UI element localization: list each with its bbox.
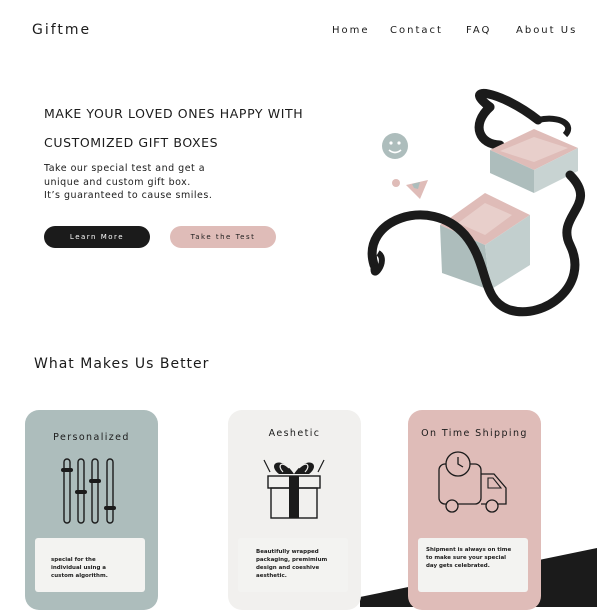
hero-title-line-1: MAKE YOUR LOVED ONES HAPPY WITH bbox=[44, 106, 304, 121]
desc-line: day gets celebrated. bbox=[426, 563, 490, 569]
sliders-icon bbox=[61, 458, 116, 524]
nav-contact[interactable]: Contact bbox=[390, 25, 443, 36]
brand-logo[interactable]: Giftme bbox=[32, 22, 91, 38]
desc-line: to make sure your special bbox=[426, 555, 507, 561]
hero-description: Take our special test and get a unique a… bbox=[44, 162, 284, 203]
desc-line: Beautifully wrapped bbox=[256, 549, 319, 555]
feature-card-shipping: On Time Shipping Shipment is always on t… bbox=[408, 410, 541, 610]
learn-more-button[interactable]: Learn More bbox=[44, 226, 150, 248]
hero-text-line-2: unique and custom gift box. bbox=[44, 176, 191, 188]
card-description-box: Beautifully wrapped packaging, premimium… bbox=[238, 538, 348, 592]
desc-line: packaging, premimium bbox=[256, 557, 328, 563]
card-description-personalized: special for the individual using a custo… bbox=[51, 556, 143, 580]
feature-card-personalized: Personalized special for the individual … bbox=[25, 410, 158, 610]
nav-home[interactable]: Home bbox=[332, 25, 370, 36]
features-section-title: What Makes Us Better bbox=[34, 356, 210, 372]
nav-about-us[interactable]: About Us bbox=[516, 25, 577, 36]
card-title-personalized: Personalized bbox=[53, 432, 130, 443]
card-description-box: special for the individual using a custo… bbox=[35, 538, 145, 592]
hero-gift-illustration bbox=[367, 88, 586, 317]
nav-faq[interactable]: FAQ bbox=[466, 25, 491, 36]
hero-text-line-1: Take our special test and get a bbox=[44, 163, 206, 174]
card-description-box: Shipment is always on time to make sure … bbox=[418, 538, 528, 592]
feature-card-aesthetic: Aeshetic Beautifully wrapped packaging, … bbox=[228, 410, 361, 610]
delivery-truck-clock-icon bbox=[438, 451, 507, 513]
desc-line: Shipment is always on time bbox=[426, 547, 512, 553]
gift-icon bbox=[263, 459, 325, 519]
card-title-shipping: On Time Shipping bbox=[421, 428, 528, 439]
card-title-aesthetic: Aeshetic bbox=[268, 428, 321, 439]
desc-line: special for the bbox=[51, 557, 96, 563]
desc-line: individual using a bbox=[51, 565, 107, 571]
hero-text-line-3: It’s guaranteed to cause smiles. bbox=[44, 190, 213, 201]
take-test-button[interactable]: Take the Test bbox=[170, 226, 276, 248]
desc-line: design and coeshive bbox=[256, 565, 320, 571]
desc-line: custom algorithm. bbox=[51, 573, 108, 579]
desc-line: aesthetic. bbox=[256, 573, 287, 579]
card-description-aesthetic: Beautifully wrapped packaging, premimium… bbox=[256, 548, 348, 580]
card-description-shipping: Shipment is always on time to make sure … bbox=[426, 546, 526, 570]
hero-title-line-2: CUSTOMIZED GIFT BOXES bbox=[44, 135, 219, 150]
